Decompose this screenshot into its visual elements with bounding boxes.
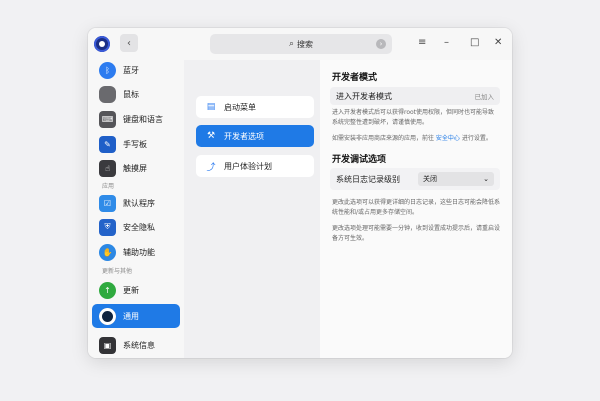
section-title-debug-options: 开发调试选项 — [332, 155, 387, 165]
developer-mode-row[interactable]: 进入开发者模式 已加入 — [330, 87, 500, 105]
log-level-select[interactable]: 关闭 ⌄ — [418, 172, 494, 186]
install-note-suffix: 进行设置。 — [459, 135, 492, 142]
sidebar-item-system-info[interactable]: ▣ 系统信息 — [92, 333, 180, 357]
sub-navigation: ▤ 启动菜单 ⚒ 开发者选项 ⤴ 用户体验计划 — [184, 60, 320, 358]
chart-icon: ⤴ — [206, 162, 216, 173]
sidebar-item-label: 安全隐私 — [123, 222, 155, 232]
search-placeholder: 搜索 — [297, 39, 314, 49]
chevron-left-icon: ‹ — [127, 37, 131, 49]
update-icon: ↑ — [99, 281, 116, 299]
minimize-icon[interactable]: – — [444, 37, 449, 48]
section-label-more: 更新与其他 — [102, 268, 133, 275]
developer-mode-label: 进入开发者模式 — [336, 91, 392, 101]
install-source-note: 如需安装非应用商店来源的应用，前往 安全中心 进行设置。 — [332, 134, 500, 144]
settings-window: ‹ ⌕ 搜索 › ≡ – □ ✕ ᛒ 蓝牙 鼠标 ⌨ 键盘和语言 ✎ 手写板 ☝ — [88, 28, 512, 358]
subnav-item-boot-menu[interactable]: ▤ 启动菜单 — [196, 96, 314, 118]
sidebar-item-label: 蓝牙 — [123, 65, 139, 75]
search-icon: ⌕ — [288, 39, 295, 49]
sidebar-item-label: 触摸屏 — [123, 163, 147, 173]
sidebar-item-touchscreen[interactable]: ☝ 触摸屏 — [92, 156, 180, 180]
sidebar-item-bluetooth[interactable]: ᛒ 蓝牙 — [92, 58, 180, 82]
accessibility-icon: ✋ — [99, 243, 116, 261]
log-level-label: 系统日志记录级别 — [336, 174, 400, 184]
sidebar-item-update[interactable]: ↑ 更新 — [92, 278, 180, 302]
log-level-description: 更改此选项可以获得更详细的日志记录，这些日志可能会降低系统性能和/或占用更多存储… — [332, 199, 501, 216]
tablet-icon: ✎ — [99, 135, 116, 153]
chevron-down-icon: ⌄ — [483, 175, 489, 183]
sidebar-item-tablet[interactable]: ✎ 手写板 — [92, 132, 180, 156]
titlebar: ‹ ⌕ 搜索 › ≡ – □ ✕ — [88, 28, 512, 60]
maximize-icon[interactable]: □ — [470, 37, 479, 48]
security-center-link[interactable]: 安全中心 — [436, 135, 460, 142]
sidebar-item-mouse[interactable]: 鼠标 — [92, 82, 180, 106]
install-note-prefix: 如需安装非应用商店来源的应用，前往 — [332, 135, 436, 142]
sidebar-item-keyboard[interactable]: ⌨ 键盘和语言 — [92, 107, 180, 131]
sidebar-item-default-apps[interactable]: ☑ 默认程序 — [92, 191, 180, 215]
sidebar-item-label: 手写板 — [123, 139, 147, 149]
tools-icon: ⚒ — [206, 131, 216, 141]
subnav-item-label: 开发者选项 — [224, 131, 264, 141]
sidebar-item-label: 鼠标 — [123, 89, 139, 99]
default-apps-icon: ☑ — [99, 194, 116, 212]
log-level-value: 关闭 — [423, 175, 437, 183]
subnav-item-developer-options[interactable]: ⚒ 开发者选项 — [196, 125, 314, 147]
sidebar-item-accessibility[interactable]: ✋ 辅助功能 — [92, 240, 180, 264]
shield-icon: ⛨ — [99, 218, 116, 236]
general-icon — [99, 307, 116, 325]
log-level-restart-note: 更改选项处理可能需要一分钟，收到设置成功提示后，请重启设备方可生效。 — [332, 225, 501, 242]
developer-mode-description: 进入开发者模式后可以获得root使用权限，但同时也可能导致系统完整性遭到破坏，请… — [332, 109, 495, 126]
bluetooth-icon: ᛒ — [99, 61, 116, 79]
search-input[interactable]: ⌕ 搜索 › — [210, 34, 392, 54]
clear-search-icon[interactable]: › — [376, 39, 386, 49]
boot-menu-icon: ▤ — [206, 102, 216, 112]
sidebar-item-security[interactable]: ⛨ 安全隐私 — [92, 215, 180, 239]
mouse-icon — [99, 85, 116, 103]
touchscreen-icon: ☝ — [99, 159, 116, 177]
section-title-developer-mode: 开发者模式 — [332, 73, 378, 83]
sidebar-item-label: 更新 — [123, 285, 139, 295]
back-button[interactable]: ‹ — [120, 34, 138, 52]
sidebar-item-label: 键盘和语言 — [123, 114, 163, 124]
close-icon[interactable]: ✕ — [494, 37, 502, 48]
subnav-item-label: 启动菜单 — [224, 102, 256, 112]
content-panel: 开发者模式 进入开发者模式 已加入 进入开发者模式后可以获得root使用权限，但… — [320, 60, 512, 358]
sidebar-item-label: 默认程序 — [123, 198, 155, 208]
keyboard-icon: ⌨ — [99, 110, 116, 128]
sidebar-item-label: 系统信息 — [123, 340, 155, 350]
sidebar-item-label: 通用 — [123, 311, 139, 321]
sidebar-item-general[interactable]: 通用 — [92, 304, 180, 328]
section-label-apps: 应用 — [102, 183, 115, 190]
subnav-item-label: 用户体验计划 — [224, 161, 272, 171]
developer-mode-status: 已加入 — [474, 93, 495, 101]
app-logo-icon — [94, 36, 110, 52]
sidebar-item-label: 辅助功能 — [123, 247, 155, 257]
subnav-item-user-experience[interactable]: ⤴ 用户体验计划 — [196, 155, 314, 177]
sidebar: ᛒ 蓝牙 鼠标 ⌨ 键盘和语言 ✎ 手写板 ☝ 触摸屏 应用 ☑ 默认程序 ⛨ … — [88, 60, 184, 358]
menu-icon[interactable]: ≡ — [418, 37, 426, 48]
log-level-row: 系统日志记录级别 关闭 ⌄ — [330, 168, 500, 190]
system-info-icon: ▣ — [99, 336, 116, 354]
